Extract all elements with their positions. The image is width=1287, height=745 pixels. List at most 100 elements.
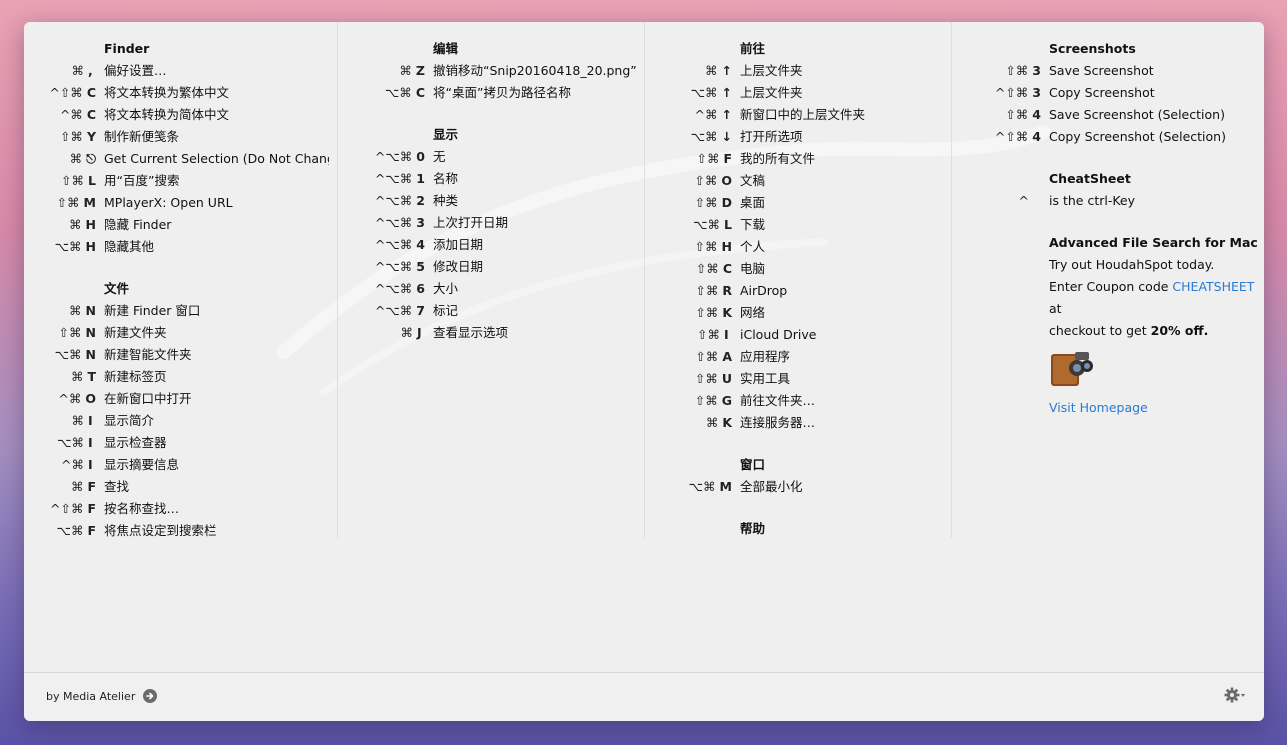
shortcut-row[interactable]: ^⌥⌘ 2 种类 bbox=[338, 190, 644, 212]
shortcut-row[interactable]: ⇧⌘ 4 Save Screenshot (Selection) bbox=[952, 104, 1264, 126]
shortcut-row[interactable]: ⌘ H 隐藏 Finder bbox=[24, 214, 337, 236]
promo-block: Advanced File Search for Mac Try out Hou… bbox=[1049, 228, 1261, 419]
shortcut-row[interactable]: ⇧⌘ M MPlayerX: Open URL bbox=[24, 192, 337, 214]
shortcut-row[interactable]: ⇧⌘ C 电脑 bbox=[645, 258, 951, 280]
shortcut-row[interactable]: ^⌘ I 显示摘要信息 bbox=[24, 454, 337, 476]
visit-homepage-link[interactable]: Visit Homepage bbox=[1049, 400, 1148, 415]
shortcut-row[interactable]: ^⌘ C 将文本转换为简体中文 bbox=[24, 104, 337, 126]
shortcut-row[interactable]: ⌘ J 查看显示选项 bbox=[338, 322, 644, 344]
shortcut-row[interactable]: ⌘ K 连接服务器… bbox=[645, 412, 951, 434]
menu-group-title: 窗口 bbox=[740, 457, 766, 472]
shortcut-row[interactable]: ⇧⌘ 3 Save Screenshot bbox=[952, 60, 1264, 82]
shortcut-row[interactable]: ⌥⌘ L 下载 bbox=[645, 214, 951, 236]
shortcut-row[interactable]: ^⌘ ↑ 新窗口中的上层文件夹 bbox=[645, 104, 951, 126]
shortcut-label: 全部最小化 bbox=[740, 479, 803, 494]
shortcut-row[interactable]: ⌥⌘ ↑ 上层文件夹 bbox=[645, 82, 951, 104]
shortcut-row[interactable]: ⇧⌘ O 文稿 bbox=[645, 170, 951, 192]
shortcut-keys: ⌘ ↑ bbox=[645, 60, 740, 82]
modifier-keys: ⇧⌘ bbox=[694, 371, 718, 386]
shortcut-row[interactable]: ⇧⌘ H 个人 bbox=[645, 236, 951, 258]
shortcut-row[interactable]: ^⇧⌘ F 按名称查找… bbox=[24, 498, 337, 520]
modifier-keys: ⇧⌘ bbox=[694, 195, 718, 210]
shortcut-row[interactable]: ⇧⌘ G 前往文件夹… bbox=[645, 390, 951, 412]
shortcut-label: 打开所选项 bbox=[740, 129, 803, 144]
shortcut-row[interactable]: ⌥⌘ H 隐藏其他 bbox=[24, 236, 337, 258]
shortcut-row[interactable]: ^⇧⌘ 4 Copy Screenshot (Selection) bbox=[952, 126, 1264, 148]
modifier-keys: ⇧⌘ bbox=[694, 173, 718, 188]
shortcut-row[interactable]: ⌥⌘ F 将焦点设定到搜索栏 bbox=[24, 520, 337, 538]
shortcut-row[interactable]: ⌘ T 新建标签页 bbox=[24, 366, 337, 388]
shortcut-row[interactable]: ⌘ F 查找 bbox=[24, 476, 337, 498]
shortcut-row[interactable]: ⌘, 偏好设置… bbox=[24, 60, 337, 82]
shortcut-keys: ⌘, bbox=[24, 60, 104, 82]
key: F bbox=[723, 151, 732, 166]
shortcut-label: 将“桌面”拷贝为路径名称 bbox=[433, 85, 571, 100]
shortcut-keys: ⇧⌘ H bbox=[645, 236, 740, 258]
by-label[interactable]: by Media Atelier bbox=[46, 690, 135, 703]
shortcut-row[interactable]: ⌥⌘ N 新建智能文件夹 bbox=[24, 344, 337, 366]
shortcut-row[interactable]: ^⌥⌘ 6 大小 bbox=[338, 278, 644, 300]
shortcut-row[interactable]: ⌥⌘ I 显示检查器 bbox=[24, 432, 337, 454]
modifier-keys: ⌘ bbox=[69, 303, 82, 318]
shortcut-row[interactable]: ^⌥⌘ 1 名称 bbox=[338, 168, 644, 190]
shortcut-label: 显示摘要信息 bbox=[104, 457, 180, 472]
shortcut-row[interactable]: ^⌥⌘ 3 上次打开日期 bbox=[338, 212, 644, 234]
promo-line-3-prefix: checkout to get bbox=[1049, 323, 1151, 338]
by-media-atelier[interactable]: by Media Atelier bbox=[46, 689, 158, 703]
shortcut-row[interactable]: ⇧⌘ U 实用工具 bbox=[645, 368, 951, 390]
shortcut-row[interactable]: ⇧⌘ IiCloud Drive bbox=[645, 324, 951, 346]
shortcut-row[interactable]: ⇧⌘ Y 制作新便笺条 bbox=[24, 126, 337, 148]
modifier-keys: ⇧⌘ bbox=[695, 283, 719, 298]
modifier-keys: ⇧⌘ bbox=[1005, 107, 1029, 122]
shortcut-label: Copy Screenshot bbox=[1049, 85, 1155, 100]
modifier-keys: ⌥⌘ bbox=[688, 479, 716, 494]
shortcut-label: Copy Screenshot (Selection) bbox=[1049, 129, 1226, 144]
shortcut-row[interactable]: ⇧⌘ L 用“百度”搜索 bbox=[24, 170, 337, 192]
modifier-keys: ^⌘ bbox=[61, 457, 84, 472]
shortcut-row[interactable]: ⇧⌘ K 网络 bbox=[645, 302, 951, 324]
key: 3 bbox=[1032, 63, 1041, 78]
shortcut-row[interactable]: ⌘ Z 撤销移动“Snip20160418_20.png” bbox=[338, 60, 644, 82]
menu-group-title: 编辑 bbox=[433, 41, 459, 56]
column-2: 编辑 ⌘ Z 撤销移动“Snip20160418_20.png” ⌥⌘ C 将“桌面”拷贝为… bbox=[338, 22, 645, 538]
houdahspot-binoculars-icon[interactable] bbox=[1049, 346, 1093, 388]
shortcut-row[interactable]: ^⇧⌘ 3 Copy Screenshot bbox=[952, 82, 1264, 104]
modifier-keys: ⇧⌘ bbox=[694, 393, 718, 408]
shortcut-label: 新建智能文件夹 bbox=[104, 347, 192, 362]
menu-group-title: 显示 bbox=[433, 127, 459, 142]
shortcut-row[interactable]: ⌥⌘ ↓ 打开所选项 bbox=[645, 126, 951, 148]
gear-icon[interactable] bbox=[1224, 687, 1246, 703]
menu-group: 前往 ⌘ ↑ 上层文件夹 ⌥⌘ ↑ 上层文件夹 ^⌘ ↑ 新窗口中的上层文件夹 ⌥⌘ ↓ 打开所选项 ⇧⌘… bbox=[645, 34, 951, 434]
modifier-keys: ⇧⌘ bbox=[1005, 63, 1029, 78]
key: Y bbox=[86, 129, 96, 144]
shortcut-row[interactable]: ⌘ I 显示简介 bbox=[24, 410, 337, 432]
shortcut-label: AirDrop bbox=[740, 283, 788, 298]
shortcut-row[interactable]: ^⇧⌘ C 将文本转换为繁体中文 bbox=[24, 82, 337, 104]
shortcut-keys: ⌥⌘ I bbox=[24, 432, 104, 454]
shortcut-row[interactable]: ⇧⌘ F 我的所有文件 bbox=[645, 148, 951, 170]
shortcut-row[interactable]: ⇧⌘ N 新建文件夹 bbox=[24, 322, 337, 344]
shortcut-row[interactable]: ^⌥⌘ 4 添加日期 bbox=[338, 234, 644, 256]
modifier-keys: ^⌥⌘ bbox=[374, 281, 413, 296]
shortcut-row[interactable]: ^⌘ O 在新窗口中打开 bbox=[24, 388, 337, 410]
shortcut-row[interactable]: ⇧⌘ A 应用程序 bbox=[645, 346, 951, 368]
shortcut-label: 标记 bbox=[433, 303, 459, 318]
shortcut-row[interactable]: ^⌥⌘ 0 无 bbox=[338, 146, 644, 168]
coupon-link[interactable]: CHEATSHEET bbox=[1172, 279, 1254, 294]
shortcut-row[interactable]: ⌥⌘ C 将“桌面”拷贝为路径名称 bbox=[338, 82, 644, 104]
shortcut-row[interactable]: ⌥⌘ M 全部最小化 bbox=[645, 476, 951, 498]
shortcut-row[interactable]: ⇧⌘ D 桌面 bbox=[645, 192, 951, 214]
modifier-keys: ^⇧⌘ bbox=[994, 129, 1029, 144]
shortcut-row[interactable]: ^ is the ctrl-Key bbox=[952, 190, 1264, 212]
promo-line-3-suffix: . bbox=[1203, 323, 1209, 338]
shortcut-row[interactable]: ⇧⌘ R AirDrop bbox=[645, 280, 951, 302]
shortcut-row[interactable]: ⌘ N 新建 Finder 窗口 bbox=[24, 300, 337, 322]
modifier-keys: ⇧⌘ bbox=[695, 261, 719, 276]
settings-menu[interactable] bbox=[1224, 687, 1246, 703]
shortcut-row[interactable]: ^⌥⌘ 7 标记 bbox=[338, 300, 644, 322]
shortcut-keys: ⇧⌘ R bbox=[645, 280, 740, 302]
arrow-right-circle-icon[interactable] bbox=[143, 689, 158, 703]
shortcut-row[interactable]: ⌘ ↑ 上层文件夹 bbox=[645, 60, 951, 82]
shortcut-row[interactable]: ⌘⎋Get Current Selection (Do Not Change S… bbox=[24, 148, 337, 170]
shortcut-row[interactable]: ^⌥⌘ 5 修改日期 bbox=[338, 256, 644, 278]
